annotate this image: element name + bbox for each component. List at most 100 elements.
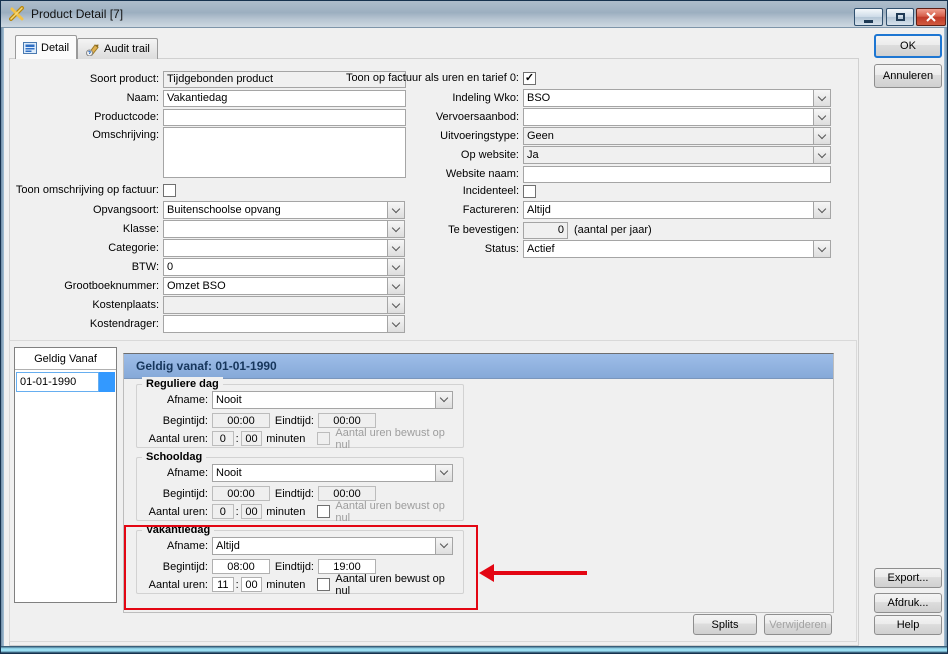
- splits-button[interactable]: Splits: [693, 614, 757, 635]
- status-label: Status:: [341, 243, 523, 255]
- kostendrager-label: Kostendrager:: [9, 318, 163, 330]
- dropdown-button[interactable]: [387, 316, 404, 332]
- dropdown-button[interactable]: [813, 147, 830, 163]
- ok-button[interactable]: OK: [874, 34, 942, 58]
- te-bevestigen-suffix: (aantal per jaar): [574, 224, 652, 236]
- annuleren-button[interactable]: Annuleren: [874, 64, 942, 88]
- export-button[interactable]: Export...: [874, 568, 942, 588]
- bewust-op-nul-checkbox[interactable]: [317, 578, 330, 591]
- kostenplaats-label: Kostenplaats:: [9, 299, 163, 311]
- minuten-label: minuten: [266, 579, 305, 591]
- uren-input[interactable]: 11: [212, 577, 234, 592]
- field-factureren: Factureren: Altijd: [341, 201, 831, 219]
- afname-label: Afname:: [140, 467, 212, 479]
- group-schooldag: Schooldag Afname: Nooit Begintijd: 00:00…: [136, 457, 464, 521]
- minuten-input: 00: [241, 431, 263, 446]
- dropdown-button[interactable]: [435, 538, 452, 554]
- close-button[interactable]: [916, 8, 946, 26]
- te-bevestigen-input[interactable]: [523, 222, 568, 239]
- status-select[interactable]: Actief: [523, 240, 831, 258]
- chevron-down-icon: [818, 243, 826, 251]
- list-item-date[interactable]: 01-01-1990: [16, 372, 99, 392]
- chevron-down-icon: [818, 149, 826, 157]
- kostenplaats-value: [164, 297, 387, 313]
- op-website-label: Op website:: [341, 149, 523, 161]
- incidenteel-checkbox[interactable]: [523, 185, 536, 198]
- btw-value: 0: [164, 259, 387, 275]
- group-reguliere-dag: Reguliere dag Afname: Nooit Begintijd: 0…: [136, 384, 464, 448]
- begintijd-input: 00:00: [212, 486, 270, 501]
- minuten-input[interactable]: 00: [241, 577, 263, 592]
- uitvoeringstype-select[interactable]: Geen: [523, 127, 831, 145]
- check-icon: ✓: [525, 73, 534, 84]
- dropdown-button[interactable]: [387, 278, 404, 294]
- afdruk-button[interactable]: Afdruk...: [874, 593, 942, 613]
- highlight-arrow-head: [479, 564, 494, 582]
- maximize-icon: [896, 13, 905, 21]
- minimize-button[interactable]: [854, 8, 883, 26]
- minuten-label: minuten: [266, 433, 305, 445]
- productcode-label: Productcode:: [9, 111, 163, 123]
- indeling-wko-select[interactable]: BSO: [523, 89, 831, 107]
- dropdown-button[interactable]: [387, 259, 404, 275]
- afname-label: Afname:: [140, 394, 212, 406]
- chevron-down-icon: [818, 111, 826, 119]
- dropdown-button[interactable]: [435, 392, 452, 408]
- begintijd-label: Begintijd:: [140, 488, 212, 500]
- incidenteel-label: Incidenteel:: [341, 185, 523, 197]
- grootboeknummer-value: Omzet BSO: [164, 278, 387, 294]
- tab-audit-trail[interactable]: Audit trail: [77, 38, 158, 59]
- dropdown-button[interactable]: [813, 109, 830, 125]
- colon-separator: :: [236, 433, 239, 445]
- factureren-select[interactable]: Altijd: [523, 201, 831, 219]
- btw-select[interactable]: 0: [163, 258, 405, 276]
- verwijderen-label: Verwijderen: [769, 619, 826, 631]
- dropdown-button[interactable]: [435, 465, 452, 481]
- bewust-op-nul-checkbox[interactable]: [317, 505, 330, 518]
- audit-trail-tab-icon: [85, 42, 100, 56]
- field-website-naam: Website naam:: [341, 165, 831, 183]
- list-item[interactable]: 01-01-1990: [16, 372, 115, 392]
- bewust-op-nul-label: Aantal uren bewust op nul: [335, 427, 460, 451]
- field-indeling-wko: Indeling Wko: BSO: [341, 89, 831, 107]
- factureren-value: Altijd: [524, 202, 813, 218]
- website-naam-label: Website naam:: [341, 168, 523, 180]
- tab-detail[interactable]: Detail: [15, 35, 77, 59]
- grootboeknummer-select[interactable]: Omzet BSO: [163, 277, 405, 295]
- maximize-button[interactable]: [886, 8, 914, 26]
- uitvoeringstype-label: Uitvoeringstype:: [341, 130, 523, 142]
- field-te-bevestigen: Te bevestigen: (aantal per jaar): [341, 221, 652, 239]
- geldig-vanaf-list[interactable]: Geldig Vanaf 01-01-1990: [14, 347, 117, 603]
- afname-value: Altijd: [213, 538, 435, 554]
- field-uitvoeringstype: Uitvoeringstype: Geen: [341, 127, 831, 145]
- dropdown-button[interactable]: [813, 90, 830, 106]
- dropdown-button[interactable]: [813, 128, 830, 144]
- afname-select[interactable]: Nooit: [212, 391, 453, 409]
- toon-op-factuur-checkbox[interactable]: ✓: [523, 72, 536, 85]
- kostendrager-select[interactable]: [163, 315, 405, 333]
- toon-op-factuur-label: Toon op factuur als uren en tarief 0:: [341, 72, 523, 84]
- op-website-select[interactable]: Ja: [523, 146, 831, 164]
- grootboeknummer-label: Grootboeknummer:: [9, 280, 163, 292]
- toon-omschrijving-checkbox[interactable]: [163, 184, 176, 197]
- chevron-down-icon: [440, 540, 448, 548]
- chevron-down-icon: [818, 204, 826, 212]
- aantal-uren-label: Aantal uren:: [140, 433, 212, 445]
- begintijd-input[interactable]: 08:00: [212, 559, 270, 574]
- dropdown-button[interactable]: [813, 241, 830, 257]
- group-title: Reguliere dag: [142, 377, 223, 391]
- dropdown-button[interactable]: [813, 202, 830, 218]
- uren-input: 0: [212, 431, 234, 446]
- website-naam-input[interactable]: [523, 166, 831, 183]
- field-op-website: Op website: Ja: [341, 146, 831, 164]
- soort-product-label: Soort product:: [9, 73, 163, 85]
- begintijd-label: Begintijd:: [140, 561, 212, 573]
- help-button[interactable]: Help: [874, 615, 942, 635]
- vervoersaanbod-select[interactable]: [523, 108, 831, 126]
- field-btw: BTW: 0: [9, 258, 405, 276]
- afname-select[interactable]: Altijd: [212, 537, 453, 555]
- begintijd-input: 00:00: [212, 413, 270, 428]
- afname-select[interactable]: Nooit: [212, 464, 453, 482]
- close-icon: [926, 12, 936, 22]
- group-vakantiedag: Vakantiedag Afname: Altijd Begintijd: 08…: [136, 530, 464, 594]
